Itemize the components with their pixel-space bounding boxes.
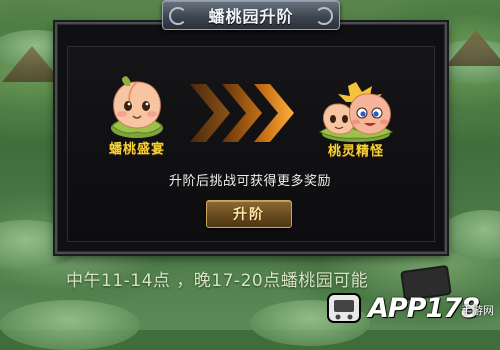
dialog-title-plate: 蟠桃园升阶 <box>162 0 340 30</box>
upgrade-description: 升阶后挑战可获得更多奖励 <box>168 174 331 189</box>
triple-chevron-right-icon <box>190 84 294 142</box>
app178-logo-icon <box>327 293 361 323</box>
peach-spirit-icon <box>111 76 163 138</box>
upgrade-button-label: 升阶 <box>233 207 265 223</box>
current-level-character: 蟠桃盛宴 <box>104 76 170 157</box>
peach-spirit-pair-icon <box>318 82 394 142</box>
upgrade-button[interactable]: 升阶 <box>206 200 292 228</box>
event-time-ticker: 中午11-14点 ，晚17-20点蟠桃园可能 <box>66 271 369 291</box>
next-level-character: 桃灵精怪 <box>316 80 396 159</box>
next-level-label: 桃灵精怪 <box>327 144 384 159</box>
current-level-label: 蟠桃盛宴 <box>108 142 165 157</box>
watermark-sub: 手游网 <box>461 304 494 317</box>
dialog-title: 蟠桃园升阶 <box>208 7 294 26</box>
